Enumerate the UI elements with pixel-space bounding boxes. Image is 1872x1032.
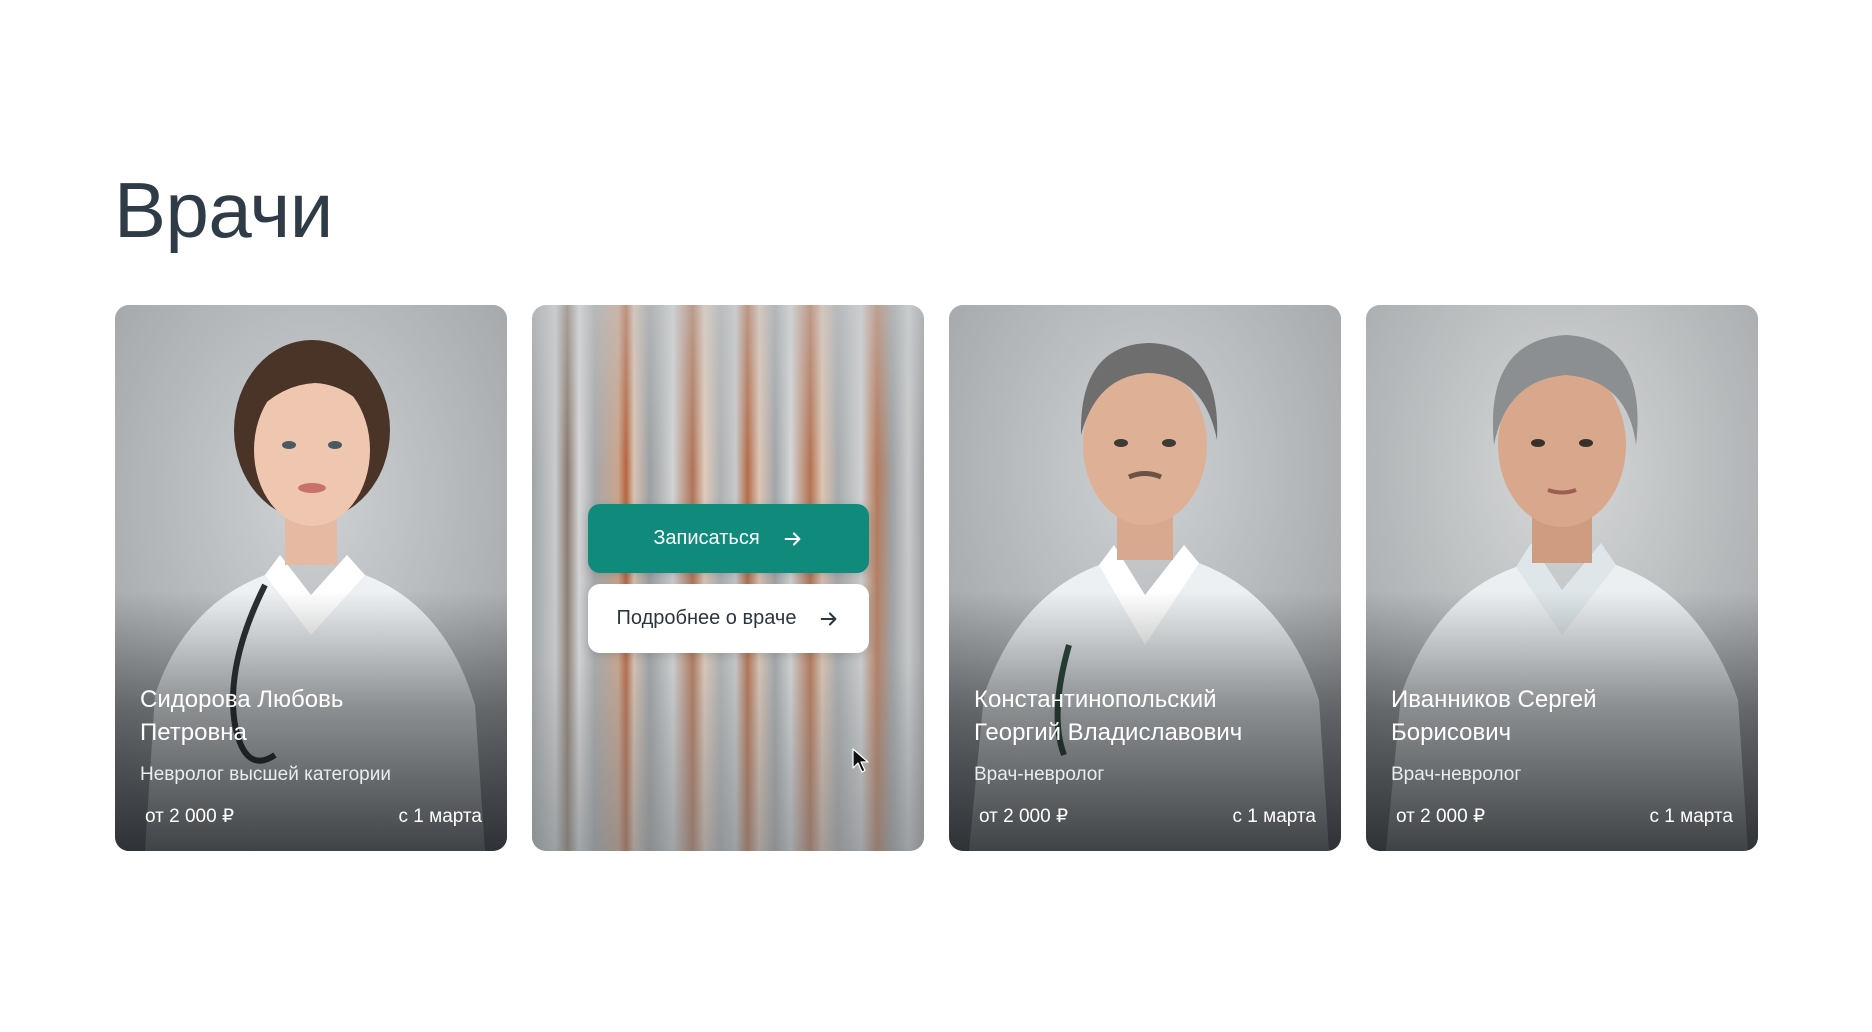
doctor-card[interactable]: Иванников Сергей Борисович Врач-невролог … <box>1366 305 1758 851</box>
doctor-price: от 2 000 ₽ <box>1396 806 1486 827</box>
doctor-info: Сидорова Любовь Петровна Невролог высшей … <box>140 683 482 829</box>
doctor-name: Сидорова Любовь Петровна <box>140 686 344 746</box>
doctor-availability: с 1 марта <box>1649 806 1733 827</box>
doctor-availability: с 1 марта <box>1232 806 1316 827</box>
doctor-info: Константинопольский Георгий Владиславович… <box>974 683 1316 829</box>
doctors-page: Врачи Сидорова Любовь Петровна Невролог … <box>0 0 1872 1032</box>
arrow-right-icon <box>821 611 837 626</box>
doctor-card[interactable]: Сидорова Любовь Петровна Невролог высшей … <box>115 305 507 851</box>
doctor-price: от 2 000 ₽ <box>145 806 235 827</box>
doctor-info: Иванников Сергей Борисович Врач-невролог … <box>1391 683 1733 829</box>
doctor-name: Константинопольский Георгий Владиславович <box>974 686 1243 746</box>
doctor-details-label: Подробнее о враче <box>616 607 797 629</box>
doctor-specialty: Врач-невролог <box>1391 764 1522 785</box>
book-appointment-button[interactable]: Записаться <box>588 504 869 573</box>
doctor-name: Иванников Сергей Борисович <box>1391 686 1597 746</box>
doctor-meta: от 2 000 ₽ с 1 марта <box>1391 805 1733 829</box>
doctor-availability: с 1 марта <box>398 806 482 827</box>
doctor-cards: Сидорова Любовь Петровна Невролог высшей … <box>115 305 1758 851</box>
doctor-details-button[interactable]: Подробнее о враче <box>588 584 869 653</box>
doctor-card[interactable]: Константинопольский Георгий Владиславович… <box>949 305 1341 851</box>
arrow-right-icon <box>784 531 801 546</box>
mouse-pointer-icon <box>852 748 869 773</box>
doctor-specialty: Невролог высшей категории <box>140 764 391 785</box>
page-title: Врачи <box>114 166 333 254</box>
doctor-price: от 2 000 ₽ <box>979 806 1069 827</box>
doctor-meta: от 2 000 ₽ с 1 марта <box>140 805 482 829</box>
doctor-specialty: Врач-невролог <box>974 764 1105 785</box>
book-appointment-label: Записаться <box>653 527 760 549</box>
doctor-meta: от 2 000 ₽ с 1 марта <box>974 805 1316 829</box>
